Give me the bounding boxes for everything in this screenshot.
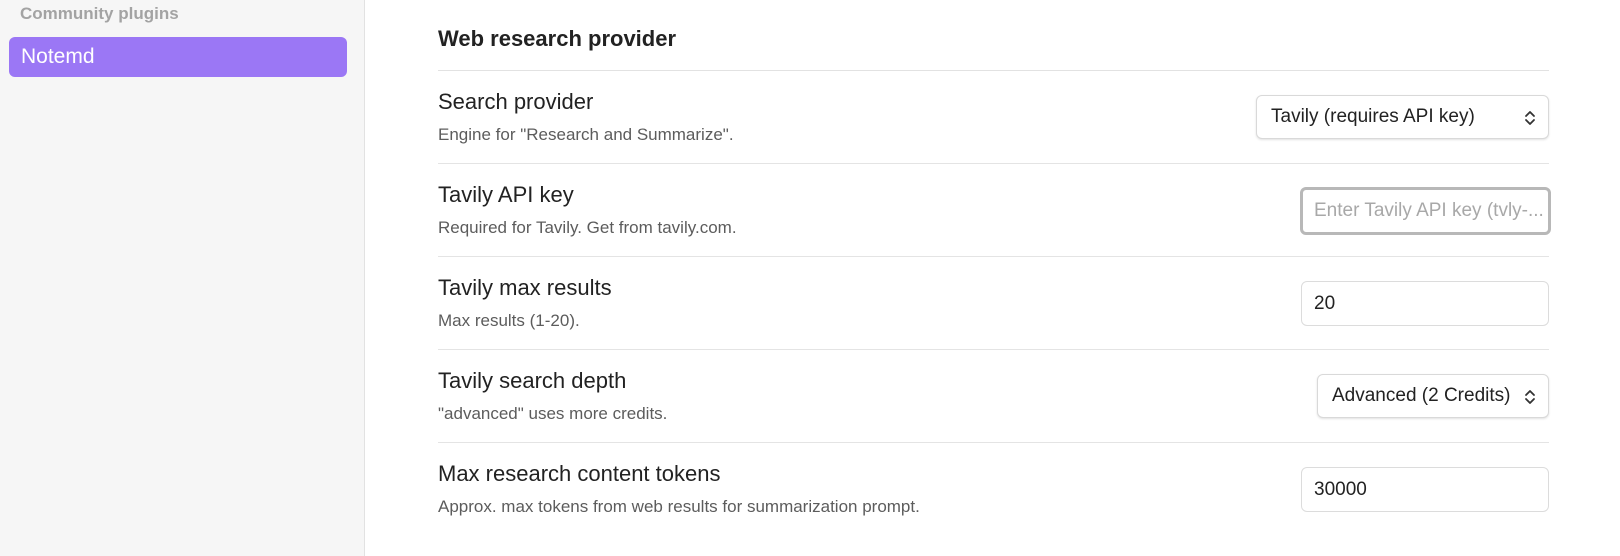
setting-row-tavily-max-results: Tavily max results Max results (1-20). [438, 257, 1549, 350]
setting-row-search-provider: Search provider Engine for "Research and… [438, 71, 1549, 164]
setting-name: Max research content tokens [438, 461, 721, 486]
sidebar-heading-community-plugins: Community plugins [20, 4, 179, 23]
setting-row-tavily-api-key: Tavily API key Required for Tavily. Get … [438, 164, 1551, 257]
setting-row-max-research-tokens: Max research content tokens Approx. max … [438, 443, 1549, 536]
chevron-up-down-icon [1524, 96, 1536, 138]
max-research-tokens-input[interactable] [1301, 467, 1549, 512]
setting-description: Engine for "Research and Summarize". [438, 125, 734, 144]
setting-name: Tavily max results [438, 275, 612, 300]
setting-description: Max results (1-20). [438, 311, 580, 330]
setting-description: "advanced" uses more credits. [438, 404, 668, 423]
setting-description: Required for Tavily. Get from tavily.com… [438, 218, 737, 237]
sidebar-item-notemd[interactable]: Notemd [9, 37, 347, 77]
tavily-search-depth-dropdown[interactable]: Advanced (2 Credits) [1317, 374, 1549, 418]
settings-content: Web research provider Search provider En… [438, 0, 1551, 556]
setting-row-tavily-search-depth: Tavily search depth "advanced" uses more… [438, 350, 1549, 443]
tavily-api-key-input[interactable] [1300, 187, 1551, 235]
setting-description: Approx. max tokens from web results for … [438, 497, 920, 516]
settings-sidebar: Community plugins Notemd [0, 0, 365, 556]
dropdown-value: Advanced (2 Credits) [1332, 385, 1511, 406]
chevron-up-down-icon [1524, 375, 1536, 417]
setting-name: Search provider [438, 89, 594, 114]
search-provider-dropdown[interactable]: Tavily (requires API key) [1256, 95, 1549, 139]
setting-name: Tavily API key [438, 182, 574, 207]
setting-name: Tavily search depth [438, 368, 627, 393]
dropdown-value: Tavily (requires API key) [1271, 106, 1475, 127]
section-title: Web research provider [438, 26, 677, 51]
tavily-max-results-input[interactable] [1301, 281, 1549, 326]
